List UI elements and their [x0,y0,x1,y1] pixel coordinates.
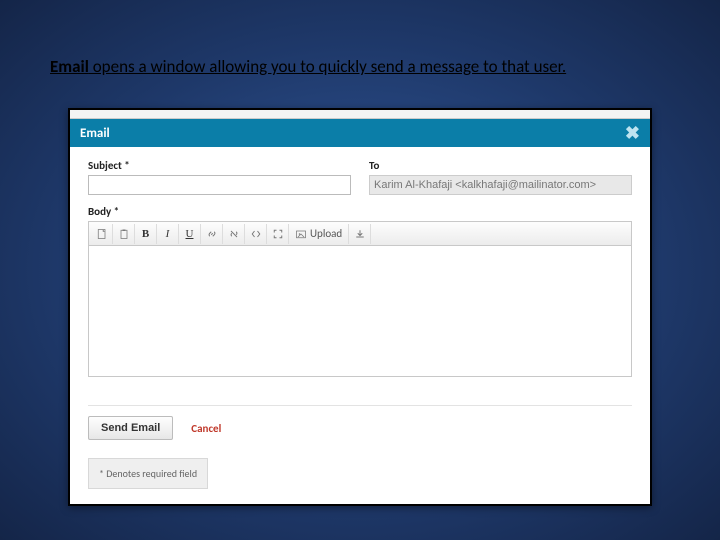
body-label: Body * [88,205,632,218]
to-input [369,175,632,195]
link-icon[interactable] [201,224,223,244]
source-icon[interactable] [245,224,267,244]
required-footnote: * Denotes required field [88,458,208,489]
upload-label: Upload [310,227,342,240]
download-icon[interactable] [349,224,371,244]
cancel-button[interactable]: Cancel [191,422,221,435]
modal-title: Email [80,126,110,141]
paste-icon[interactable] [113,224,135,244]
underline-icon[interactable]: U [179,224,201,244]
to-label: To [369,159,632,172]
email-modal-screenshot: Email ✖ Subject * To Body * [68,108,652,506]
slide-caption: Email opens a window allowing you to qui… [50,56,670,77]
subject-label: Subject * [88,159,351,172]
bold-icon[interactable]: B [135,224,157,244]
caption-rest: opens a window allowing you to quickly s… [89,56,566,77]
modal-actions: Send Email Cancel [88,405,632,440]
subject-input[interactable] [88,175,351,195]
modal-body: Subject * To Body * B I U [70,147,650,497]
new-doc-icon[interactable] [91,224,113,244]
email-modal: Email ✖ Subject * To Body * [70,118,650,504]
unlink-icon[interactable] [223,224,245,244]
modal-header: Email ✖ [70,119,650,147]
editor-toolbar: B I U Upload [88,221,632,245]
italic-icon[interactable]: I [157,224,179,244]
close-icon[interactable]: ✖ [625,124,640,142]
fullscreen-icon[interactable] [267,224,289,244]
send-email-button[interactable]: Send Email [88,416,173,440]
upload-button[interactable]: Upload [289,224,349,244]
body-editor[interactable] [88,245,632,377]
caption-bold: Email [50,56,89,77]
